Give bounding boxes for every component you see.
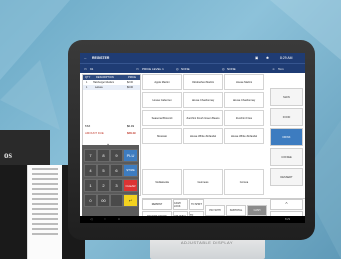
key-9[interactable]: 9 — [110, 149, 123, 162]
reprint-button[interactable]: REPRINT — [142, 199, 172, 210]
tax-value: $0.49 — [127, 124, 134, 128]
customer-selector[interactable]: NONE — [181, 67, 190, 71]
item-grid: Apple Martini Oktoberfest Martini House … — [142, 74, 266, 169]
recents-icon[interactable]: □ — [118, 217, 120, 221]
item-button[interactable]: Zucchini Fresh Green Beans — [183, 110, 223, 126]
category-dessert[interactable]: DESSERT — [270, 168, 303, 186]
item-button[interactable]: Zucchini Fries — [224, 110, 264, 126]
key-blank[interactable] — [110, 194, 123, 207]
table-icon: ▭ — [84, 67, 87, 71]
category-coffee[interactable]: COFFEE — [270, 148, 303, 166]
home-icon[interactable]: ○ — [104, 217, 106, 221]
to-shift-button[interactable]: TO SHIFT — [189, 199, 204, 210]
settings-icon[interactable]: ✱ — [266, 56, 269, 60]
android-nav-bar: ◁ ○ □ 8:29 — [80, 216, 305, 223]
category-drink[interactable]: DRINK — [270, 128, 303, 146]
table-number[interactable]: 91 — [90, 67, 93, 71]
nav-clock: 8:29 — [285, 217, 291, 221]
item-button[interactable]: Corona — [224, 169, 264, 195]
category-food[interactable]: FOOD — [270, 108, 303, 126]
item-button[interactable]: Vodka/soda — [142, 169, 182, 195]
back-icon[interactable]: ◁ — [90, 217, 92, 221]
numpad: 7 8 9 PLU 4 5 6 $/TIME 1 2 3 CLEAR 0 00 … — [82, 145, 139, 223]
key-0[interactable]: 0 — [84, 194, 97, 207]
key-1[interactable]: 1 — [84, 179, 97, 192]
col-description: DESCRIPTION — [96, 76, 114, 80]
item-button[interactable]: Guinness — [183, 169, 223, 195]
user-icon: ☺ — [272, 67, 276, 71]
enter-button[interactable]: ↵ — [123, 194, 138, 207]
plu-button[interactable]: PLU — [123, 149, 138, 162]
item-button[interactable]: Apple Martini — [142, 74, 182, 90]
order-row[interactable]: 1 Lettuce $0.00 — [83, 85, 140, 90]
item-button[interactable]: House Martini — [224, 74, 264, 90]
user-name[interactable]: Tom — [278, 67, 284, 71]
key-4[interactable]: 4 — [84, 164, 97, 177]
key-7[interactable]: 7 — [84, 149, 97, 162]
printer-icon[interactable]: ▣ — [255, 56, 258, 60]
amount-due-value: $28.49 — [127, 131, 136, 135]
time-button[interactable]: $/TIME — [123, 164, 138, 177]
item-button[interactable]: House Cabernet — [142, 92, 182, 108]
item-button[interactable]: House White Zinfandel — [183, 128, 223, 144]
item-button[interactable]: House Chardonnay — [183, 92, 223, 108]
cash-lock-button[interactable]: CASH LOCK — [173, 199, 188, 210]
pos-screen: ← REGISTER ▣ ✱ 8:29 AM ▭ 91 ▭ PRICE LEVE… — [80, 53, 305, 223]
item-button[interactable]: House White Zinfandel — [224, 128, 264, 144]
receipt-paper — [27, 165, 62, 259]
key-5[interactable]: 5 — [97, 164, 110, 177]
category-main[interactable]: MAIN — [270, 88, 303, 106]
clock-time: 8:29 AM — [280, 56, 293, 60]
stand-label: ADJUSTABLE DISPLAY — [180, 240, 234, 245]
key-3[interactable]: 3 — [110, 179, 123, 192]
cash-button[interactable]: CASH — [247, 205, 267, 216]
printer-brand: os — [4, 150, 13, 160]
clear-button[interactable]: CLEAR — [123, 179, 138, 192]
price-level-icon: ▭ — [136, 67, 139, 71]
item-button[interactable]: Oktoberfest Martini — [183, 74, 223, 90]
key-6[interactable]: 6 — [110, 164, 123, 177]
tax-label: TAX — [85, 124, 91, 128]
item-button[interactable]: House Chardonnay — [224, 92, 264, 108]
pay-with-button[interactable]: PAY WITH — [205, 205, 225, 216]
location-selector[interactable]: NONE — [227, 67, 236, 71]
key-8[interactable]: 8 — [97, 149, 110, 162]
category-menu: MAIN FOOD DRINK COFFEE DESSERT — [270, 74, 303, 199]
scroll-up-icon[interactable]: ⌃ — [270, 199, 303, 210]
back-arrow-icon[interactable]: ← — [84, 56, 87, 60]
col-qty: QTY — [85, 76, 91, 80]
subtotal-button[interactable]: SUBTOTAL — [226, 205, 246, 216]
key-2[interactable]: 2 — [97, 179, 110, 192]
register-title: REGISTER — [92, 56, 110, 60]
col-price: PRICE — [128, 76, 136, 80]
sub-bar: ▭ 91 ▭ PRICE LEVEL 1 ◎ NONE ◎ NONE ☺ Tom — [80, 63, 305, 73]
top-bar: ← REGISTER ▣ ✱ 8:29 AM — [80, 53, 305, 63]
location-icon: ◎ — [222, 67, 225, 71]
item-button[interactable]: Seasonal Broccoli — [142, 110, 182, 126]
item-button[interactable]: Moscato — [142, 128, 182, 144]
price-level[interactable]: PRICE LEVEL 1 — [142, 67, 164, 71]
amount-due-label: AMOUNT DUE — [85, 131, 104, 135]
customer-icon: ◎ — [176, 67, 179, 71]
key-00[interactable]: 00 — [97, 194, 110, 207]
